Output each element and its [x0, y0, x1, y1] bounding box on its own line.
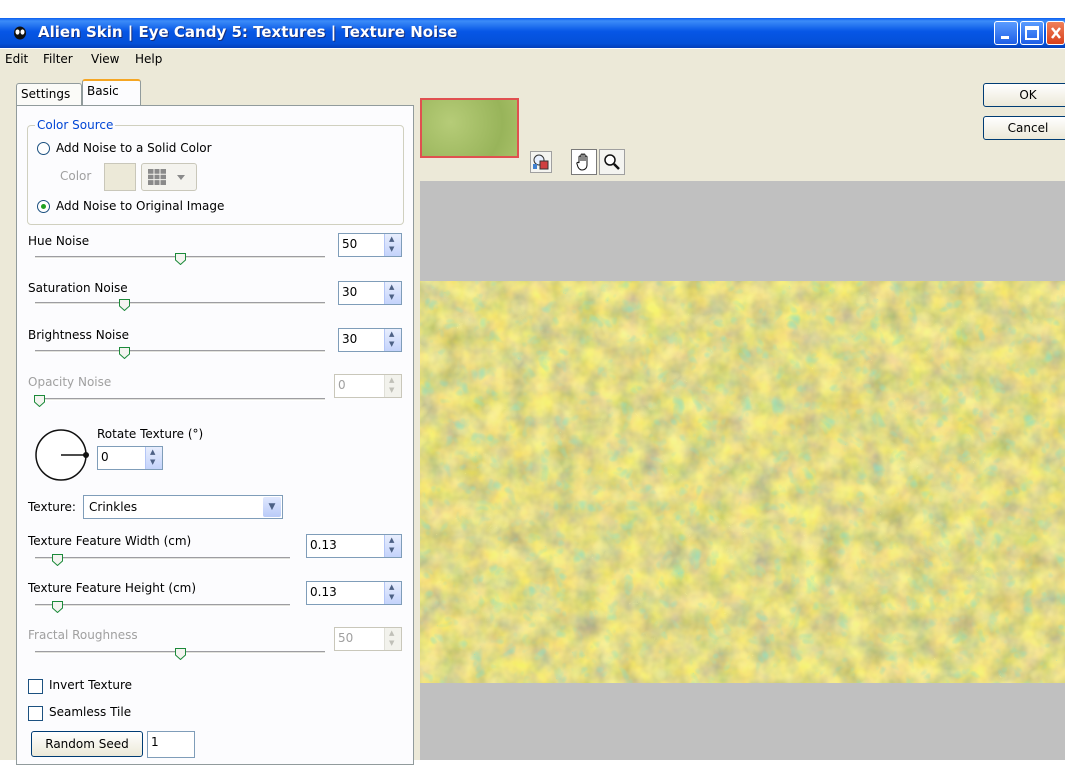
feature-height-label: Texture Feature Height (cm): [28, 581, 197, 595]
fractal-roughness-spinner: 50: [334, 627, 402, 651]
feature-width-spinner[interactable]: 0.13: [306, 534, 402, 558]
compare-icon: [533, 154, 549, 170]
tab-settings[interactable]: Settings: [16, 83, 82, 105]
navigator-thumbnail[interactable]: [420, 98, 519, 158]
opacity-noise-spinner: 0: [334, 374, 402, 398]
compare-button[interactable]: [530, 151, 552, 173]
brightness-noise-stepper[interactable]: [384, 329, 401, 351]
invert-texture-checkbox[interactable]: [28, 679, 43, 694]
feature-width-label: Texture Feature Width (cm): [28, 534, 192, 548]
feature-width-thumb[interactable]: [52, 554, 63, 566]
feature-width-stepper[interactable]: [384, 535, 401, 557]
brightness-noise-label: Brightness Noise: [28, 328, 130, 342]
opacity-noise-label: Opacity Noise: [28, 375, 112, 389]
close-icon: [1051, 27, 1061, 39]
texture-select[interactable]: Crinkles ▼: [83, 495, 283, 519]
hue-noise-stepper[interactable]: [384, 234, 401, 256]
hand-tool-button[interactable]: [571, 149, 597, 175]
brightness-noise-spinner[interactable]: 30: [338, 328, 402, 352]
menu-filter[interactable]: Filter: [43, 52, 73, 66]
fractal-roughness-stepper: [384, 628, 401, 650]
saturation-noise-label: Saturation Noise: [28, 281, 128, 295]
texture-preview-image[interactable]: [420, 281, 1065, 683]
hand-icon: [576, 153, 588, 171]
menu-view[interactable]: View: [91, 52, 119, 66]
rotation-dial-icon: [35, 429, 89, 481]
hue-noise-spinner[interactable]: 50: [338, 233, 402, 257]
fractal-roughness-label: Fractal Roughness: [28, 628, 138, 642]
close-button[interactable]: [1046, 21, 1065, 45]
minimize-icon: [1001, 36, 1009, 39]
solid-color-radio[interactable]: [37, 142, 50, 155]
feature-width-track[interactable]: [35, 557, 290, 560]
color-source-title: Color Source: [35, 118, 116, 132]
magnifier-icon: [604, 154, 620, 170]
original-image-radio[interactable]: [37, 200, 50, 213]
menu-edit[interactable]: Edit: [5, 52, 28, 66]
saturation-noise-track[interactable]: [35, 302, 325, 305]
zoom-tool-button[interactable]: [599, 149, 625, 175]
feature-height-thumb[interactable]: [52, 601, 63, 613]
rotate-texture-label: Rotate Texture (°): [97, 427, 204, 441]
tab-basic[interactable]: Basic: [82, 79, 141, 105]
feature-height-track[interactable]: [35, 604, 290, 607]
brightness-noise-track[interactable]: [35, 350, 325, 353]
rotate-texture-stepper[interactable]: [145, 447, 162, 469]
maximize-button[interactable]: [1020, 21, 1044, 45]
fractal-roughness-thumb: [175, 648, 186, 660]
texture-label: Texture:: [28, 500, 76, 514]
invert-texture-label[interactable]: Invert Texture: [49, 678, 132, 692]
rotate-dial[interactable]: [33, 427, 89, 483]
color-swatch: [104, 163, 136, 191]
feature-height-spinner[interactable]: 0.13: [306, 581, 402, 605]
rotate-texture-spinner[interactable]: 0: [97, 446, 163, 470]
cancel-button[interactable]: Cancel: [983, 116, 1065, 140]
opacity-noise-stepper: [384, 375, 401, 397]
menu-help[interactable]: Help: [135, 52, 162, 66]
ok-button[interactable]: OK: [983, 83, 1065, 107]
saturation-noise-spinner[interactable]: 30: [338, 281, 402, 305]
random-seed-field[interactable]: 1: [147, 731, 195, 758]
menu-bar: Edit Filter View Help: [0, 49, 1065, 71]
chevron-down-icon[interactable]: ▼: [263, 497, 281, 517]
opacity-noise-track: [35, 398, 325, 401]
palette-grid-icon: [148, 169, 185, 185]
seamless-tile-label[interactable]: Seamless Tile: [49, 705, 131, 719]
hue-noise-thumb[interactable]: [175, 253, 186, 265]
window-title: Alien Skin | Eye Candy 5: Textures | Tex…: [38, 23, 458, 41]
random-seed-button[interactable]: Random Seed: [31, 731, 143, 757]
title-bar[interactable]: Alien Skin | Eye Candy 5: Textures | Tex…: [0, 18, 1065, 48]
minimize-button[interactable]: [994, 21, 1018, 45]
brightness-noise-thumb[interactable]: [119, 347, 130, 359]
hue-noise-label: Hue Noise: [28, 234, 90, 248]
feature-height-stepper[interactable]: [384, 582, 401, 604]
saturation-noise-thumb[interactable]: [119, 299, 130, 311]
color-label: Color: [60, 169, 92, 183]
saturation-noise-stepper[interactable]: [384, 282, 401, 304]
app-logo-icon: [12, 24, 28, 40]
maximize-icon: [1025, 26, 1039, 40]
texture-preview-svg: [420, 281, 1065, 683]
opacity-noise-thumb: [34, 395, 45, 407]
solid-color-label[interactable]: Add Noise to a Solid Color: [56, 141, 212, 155]
seamless-tile-checkbox[interactable]: [28, 706, 43, 721]
original-image-label[interactable]: Add Noise to Original Image: [56, 199, 224, 213]
color-palette-button: [141, 163, 197, 191]
